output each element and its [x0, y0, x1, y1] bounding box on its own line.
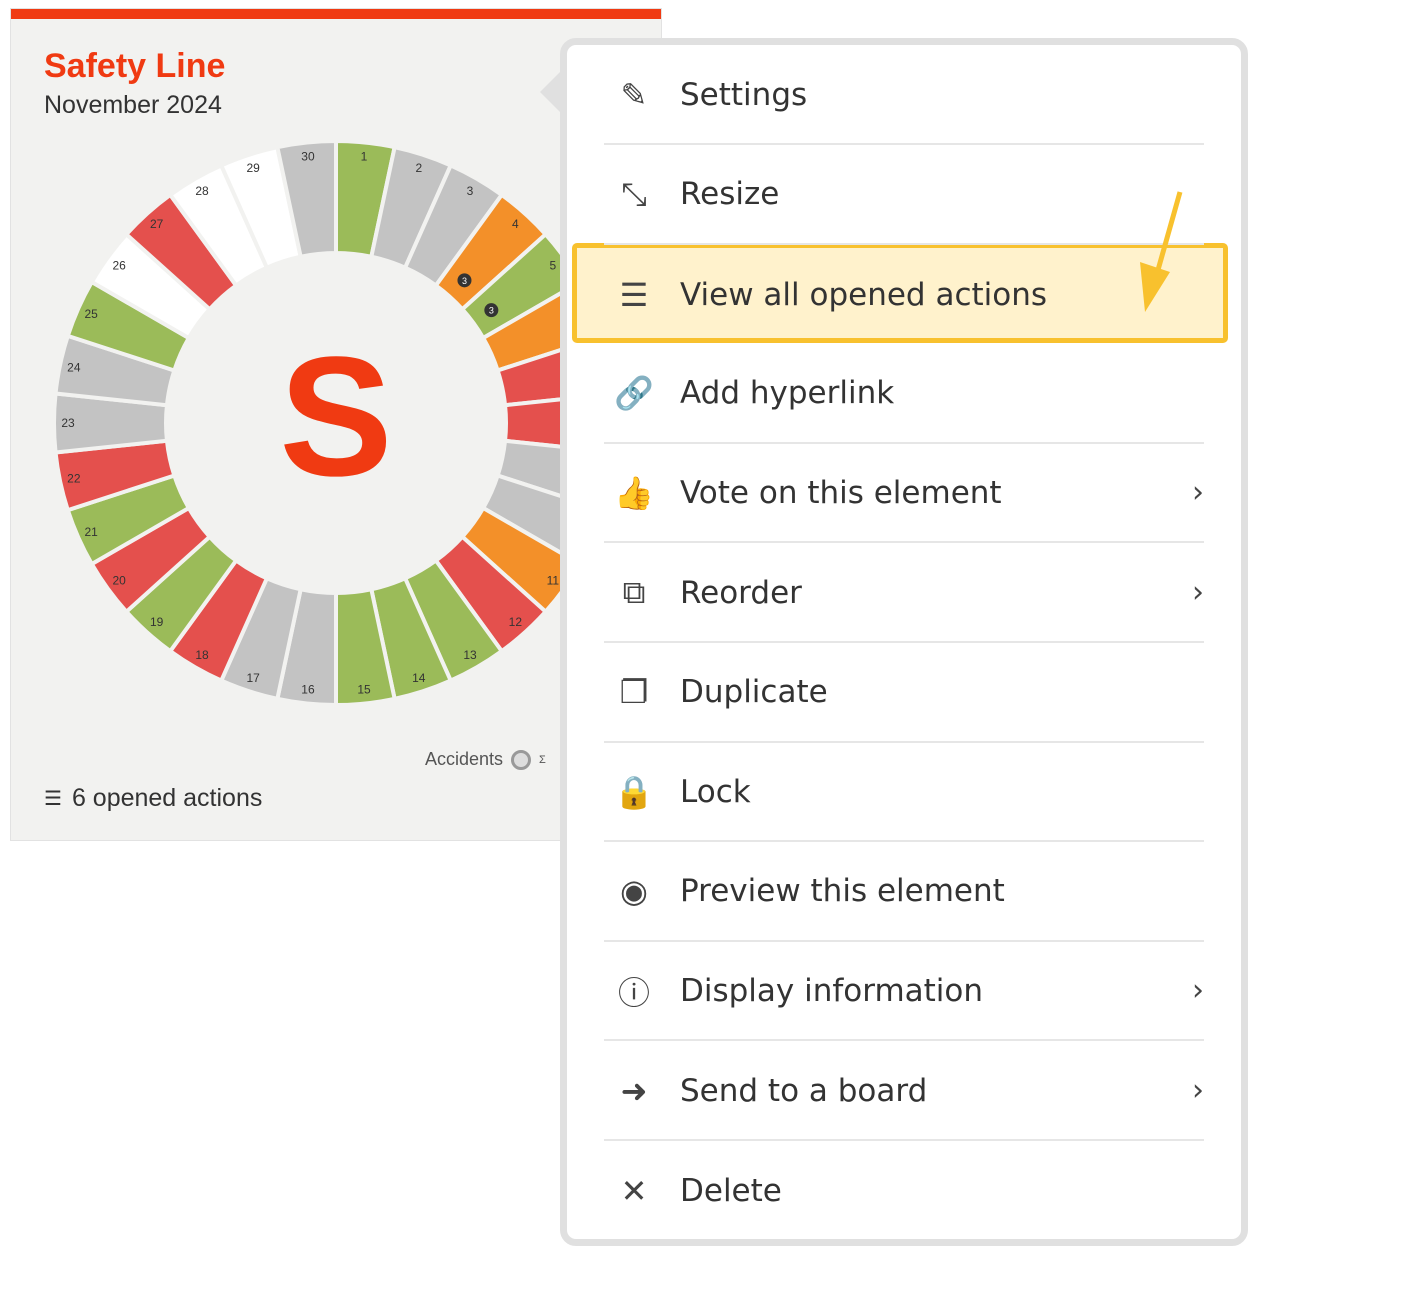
duplicate-icon: ❐ [619, 673, 649, 712]
list-icon: ☰ [44, 788, 62, 810]
menu-item-label: Display information [680, 972, 984, 1009]
menu-item-label: Duplicate [680, 674, 828, 711]
day-label: 24 [67, 360, 81, 374]
menu-item-label: Preview this element [680, 873, 1005, 910]
day-label: 5 [549, 258, 556, 272]
day-label: 4 [512, 217, 519, 231]
menu-item-label: Add hyperlink [680, 375, 895, 412]
link-icon: 🔗 [614, 374, 654, 413]
menu-item-label: Vote on this element [680, 474, 1002, 511]
menu-item-label: Settings [680, 76, 808, 113]
menu-item-label: Send to a board [680, 1072, 928, 1109]
legend-label: Accidents [425, 749, 504, 769]
center-letter: S [279, 322, 392, 512]
day-label: 22 [67, 472, 81, 486]
day-label: 28 [195, 184, 209, 198]
menu-item-label: View all opened actions [680, 276, 1048, 313]
day-label: 2 [415, 161, 422, 175]
menu-item-display-information[interactable]: ⓘ Display information › [604, 942, 1204, 1042]
menu-item-reorder[interactable]: ⧉ Reorder › [604, 544, 1204, 643]
day-label: 16 [301, 683, 315, 697]
badge-count: 3 [462, 276, 467, 286]
menu-item-label: Reorder [680, 574, 802, 611]
lock-icon: 🔒 [614, 772, 654, 811]
pencil-icon: ✎ [620, 75, 648, 114]
day-label: 25 [84, 307, 98, 321]
chevron-right-icon: › [1192, 1073, 1204, 1108]
day-label: 20 [113, 574, 127, 588]
day-label: 3 [467, 184, 474, 198]
menu-item-label: Lock [680, 773, 751, 810]
chevron-right-icon: › [1192, 973, 1204, 1009]
menu-item-vote-on-this-element[interactable]: 👍 Vote on this element › [604, 444, 1204, 544]
day-label: 11 [547, 574, 560, 588]
day-label: 19 [150, 615, 164, 629]
resize-icon: ⤡ [621, 174, 647, 213]
opened-actions-link[interactable]: ☰ 6 opened actions [44, 784, 262, 813]
day-label: 17 [247, 671, 261, 685]
thumbs-up-icon: 👍 [614, 473, 654, 512]
day-label: 14 [412, 671, 426, 685]
menu-item-send-to-a-board[interactable]: ➜ Send to a board › [604, 1042, 1204, 1141]
day-label: 1 [361, 149, 368, 163]
menu-item-delete[interactable]: ✕ Delete [604, 1142, 1204, 1241]
sigma-label: Σ [539, 753, 546, 766]
day-label: 23 [61, 416, 75, 430]
day-label: 13 [463, 648, 477, 662]
menu-pointer [540, 70, 562, 114]
day-label: 15 [357, 683, 371, 697]
arrow-right-icon: ➜ [620, 1071, 648, 1110]
menu-item-add-hyperlink[interactable]: 🔗 Add hyperlink [604, 345, 1204, 444]
menu-item-label: Delete [680, 1173, 782, 1210]
menu-item-resize[interactable]: ⤡ Resize [604, 146, 1204, 245]
menu-item-view-all-opened-actions[interactable]: ☰ View all opened actions [604, 245, 1204, 344]
badge-count: 3 [489, 306, 494, 316]
eye-icon: ◉ [620, 872, 648, 911]
chevron-right-icon: › [1192, 475, 1204, 511]
reorder-icon: ⧉ [622, 573, 646, 611]
chevron-right-icon: › [1192, 575, 1204, 610]
menu-item-preview-this-element[interactable]: ◉ Preview this element [604, 843, 1204, 942]
opened-actions-count: 6 opened actions [71, 784, 263, 812]
menu-item-lock[interactable]: 🔒 Lock [604, 743, 1204, 843]
menu-item-duplicate[interactable]: ❐ Duplicate [604, 644, 1204, 743]
list-icon: ☰ [619, 275, 649, 314]
info-icon: ⓘ [617, 973, 650, 1012]
day-label: 12 [509, 615, 523, 629]
legend: Accidents Σ [425, 749, 546, 770]
day-label: 18 [195, 648, 209, 662]
day-label: 29 [247, 161, 261, 175]
menu-item-settings[interactable]: ✎ Settings [604, 46, 1204, 145]
close-icon: ✕ [620, 1172, 648, 1211]
menu-item-label: Resize [680, 176, 780, 213]
day-label: 26 [113, 258, 127, 272]
target-icon [511, 749, 532, 770]
day-label: 30 [301, 149, 315, 163]
day-label: 27 [150, 217, 164, 231]
day-label: 21 [84, 525, 98, 539]
